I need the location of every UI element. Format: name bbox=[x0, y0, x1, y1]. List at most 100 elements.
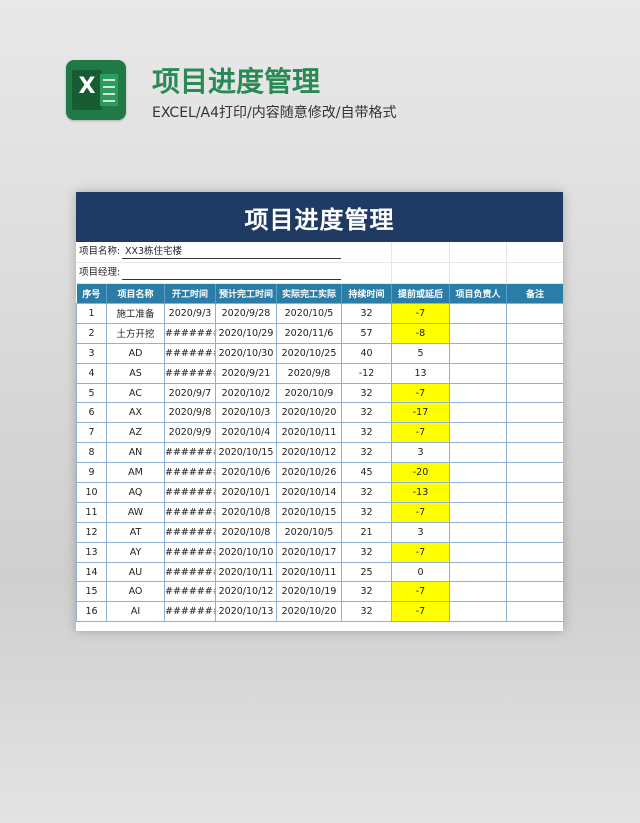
cell-start-date[interactable]: ####### bbox=[164, 362, 216, 384]
cell-start-date[interactable]: ####### bbox=[164, 601, 216, 623]
cell-start-date[interactable]: ####### bbox=[164, 342, 216, 364]
cell-duration[interactable]: 57 bbox=[341, 322, 392, 344]
cell-item-name[interactable]: AW bbox=[106, 501, 165, 523]
cell-ahead-behind[interactable]: 13 bbox=[391, 362, 450, 384]
cell-no[interactable]: 4 bbox=[76, 362, 107, 384]
cell-planned-date[interactable]: 2020/10/8 bbox=[215, 501, 277, 523]
cell-item-name[interactable]: AM bbox=[106, 462, 165, 484]
cell-owner[interactable] bbox=[449, 521, 507, 543]
cell-item-name[interactable]: AU bbox=[106, 561, 165, 583]
cell-start-date[interactable]: ####### bbox=[164, 442, 216, 464]
cell-duration[interactable]: 25 bbox=[341, 561, 392, 583]
cell-planned-date[interactable]: 2020/10/1 bbox=[215, 482, 277, 503]
cell-no[interactable]: 3 bbox=[76, 342, 107, 364]
cell-planned-date[interactable]: 2020/10/30 bbox=[215, 342, 277, 364]
cell-note[interactable] bbox=[506, 422, 563, 444]
cell-owner[interactable] bbox=[449, 581, 507, 603]
cell-owner[interactable] bbox=[449, 362, 507, 384]
cell-note[interactable] bbox=[506, 362, 563, 384]
cell-item-name[interactable]: AN bbox=[106, 442, 165, 464]
cell-owner[interactable] bbox=[449, 303, 507, 324]
cell-no[interactable]: 11 bbox=[76, 501, 107, 523]
cell-start-date[interactable]: 2020/9/7 bbox=[164, 382, 216, 404]
cell-actual-date[interactable]: 2020/10/5 bbox=[276, 303, 342, 324]
cell-planned-date[interactable]: 2020/10/6 bbox=[215, 462, 277, 484]
cell-owner[interactable] bbox=[449, 322, 507, 344]
cell-item-name[interactable]: AD bbox=[106, 342, 165, 364]
cell-note[interactable] bbox=[506, 462, 563, 484]
cell-ahead-behind[interactable]: -7 bbox=[391, 581, 450, 603]
cell-ahead-behind[interactable]: -7 bbox=[391, 541, 450, 563]
cell-start-date[interactable]: ####### bbox=[164, 482, 216, 503]
cell-ahead-behind[interactable]: 5 bbox=[391, 342, 450, 364]
cell-planned-date[interactable]: 2020/10/13 bbox=[215, 601, 277, 623]
cell-duration[interactable]: 32 bbox=[341, 601, 392, 623]
cell-item-name[interactable]: AX bbox=[106, 402, 165, 424]
cell-duration[interactable]: 40 bbox=[341, 342, 392, 364]
cell-planned-date[interactable]: 2020/10/2 bbox=[215, 382, 277, 404]
cell-ahead-behind[interactable]: -20 bbox=[391, 462, 450, 484]
cell-note[interactable] bbox=[506, 521, 563, 543]
cell-start-date[interactable]: ####### bbox=[164, 561, 216, 583]
cell-ahead-behind[interactable]: -13 bbox=[391, 482, 450, 503]
cell-no[interactable]: 15 bbox=[76, 581, 107, 603]
cell-owner[interactable] bbox=[449, 541, 507, 563]
cell-note[interactable] bbox=[506, 322, 563, 344]
cell-owner[interactable] bbox=[449, 501, 507, 523]
cell-planned-date[interactable]: 2020/10/4 bbox=[215, 422, 277, 444]
cell-actual-date[interactable]: 2020/9/8 bbox=[276, 362, 342, 384]
cell-duration[interactable]: 21 bbox=[341, 521, 392, 543]
cell-start-date[interactable]: ####### bbox=[164, 541, 216, 563]
cell-note[interactable] bbox=[506, 482, 563, 503]
cell-actual-date[interactable]: 2020/10/25 bbox=[276, 342, 342, 364]
cell-start-date[interactable]: ####### bbox=[164, 521, 216, 543]
cell-note[interactable] bbox=[506, 382, 563, 404]
cell-note[interactable] bbox=[506, 303, 563, 324]
cell-actual-date[interactable]: 2020/10/14 bbox=[276, 482, 342, 503]
cell-planned-date[interactable]: 2020/9/21 bbox=[215, 362, 277, 384]
cell-planned-date[interactable]: 2020/10/15 bbox=[215, 442, 277, 464]
cell-ahead-behind[interactable]: 3 bbox=[391, 521, 450, 543]
cell-actual-date[interactable]: 2020/10/15 bbox=[276, 501, 342, 523]
cell-item-name[interactable]: AS bbox=[106, 362, 165, 384]
cell-ahead-behind[interactable]: -7 bbox=[391, 303, 450, 324]
cell-actual-date[interactable]: 2020/10/11 bbox=[276, 422, 342, 444]
cell-duration[interactable]: -12 bbox=[341, 362, 392, 384]
cell-item-name[interactable]: AI bbox=[106, 601, 165, 623]
cell-start-date[interactable]: ####### bbox=[164, 501, 216, 523]
cell-item-name[interactable]: AQ bbox=[106, 482, 165, 503]
cell-note[interactable] bbox=[506, 541, 563, 563]
cell-start-date[interactable]: ####### bbox=[164, 581, 216, 603]
cell-planned-date[interactable]: 2020/10/10 bbox=[215, 541, 277, 563]
cell-actual-date[interactable]: 2020/10/9 bbox=[276, 382, 342, 404]
cell-note[interactable] bbox=[506, 342, 563, 364]
cell-item-name[interactable]: 施工准备 bbox=[106, 303, 165, 324]
cell-no[interactable]: 13 bbox=[76, 541, 107, 563]
cell-actual-date[interactable]: 2020/10/17 bbox=[276, 541, 342, 563]
cell-no[interactable]: 14 bbox=[76, 561, 107, 583]
cell-planned-date[interactable]: 2020/10/29 bbox=[215, 322, 277, 344]
cell-note[interactable] bbox=[506, 402, 563, 424]
cell-actual-date[interactable]: 2020/10/12 bbox=[276, 442, 342, 464]
cell-actual-date[interactable]: 2020/10/26 bbox=[276, 462, 342, 484]
cell-no[interactable]: 5 bbox=[76, 382, 107, 404]
cell-ahead-behind[interactable]: -7 bbox=[391, 382, 450, 404]
cell-note[interactable] bbox=[506, 501, 563, 523]
cell-owner[interactable] bbox=[449, 342, 507, 364]
project-name-value[interactable]: XX3栋住宅楼 bbox=[125, 242, 182, 262]
cell-note[interactable] bbox=[506, 442, 563, 464]
cell-start-date[interactable]: 2020/9/3 bbox=[164, 303, 216, 324]
cell-duration[interactable]: 32 bbox=[341, 541, 392, 563]
cell-owner[interactable] bbox=[449, 601, 507, 623]
cell-duration[interactable]: 32 bbox=[341, 581, 392, 603]
cell-actual-date[interactable]: 2020/10/19 bbox=[276, 581, 342, 603]
cell-note[interactable] bbox=[506, 601, 563, 623]
cell-ahead-behind[interactable]: -8 bbox=[391, 322, 450, 344]
cell-start-date[interactable]: ####### bbox=[164, 462, 216, 484]
cell-no[interactable]: 10 bbox=[76, 482, 107, 503]
cell-item-name[interactable]: AZ bbox=[106, 422, 165, 444]
cell-duration[interactable]: 32 bbox=[341, 422, 392, 444]
cell-note[interactable] bbox=[506, 581, 563, 603]
cell-no[interactable]: 6 bbox=[76, 402, 107, 424]
cell-duration[interactable]: 45 bbox=[341, 462, 392, 484]
